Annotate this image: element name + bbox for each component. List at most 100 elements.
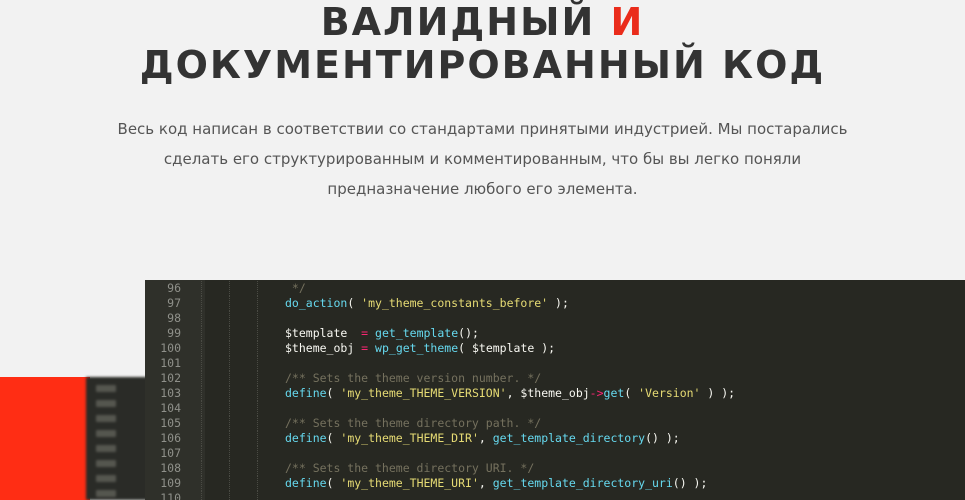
- code-text: $template = get_template();: [285, 326, 479, 341]
- indent-guide: [257, 356, 258, 371]
- indent-guide: [229, 341, 230, 356]
- line-number: 97: [167, 296, 181, 310]
- indent-guide: [257, 371, 258, 386]
- code-text: /** Sets the theme version number. */: [285, 371, 541, 386]
- line-number: 101: [160, 356, 181, 370]
- indent-guide: [229, 311, 230, 326]
- hero-section: ВАЛИДНЫЙ И ДОКУМЕНТИРОВАННЫЙ КОД Весь ко…: [0, 0, 965, 280]
- code-token: ,: [478, 476, 493, 490]
- indent-guide: [229, 371, 230, 386]
- line-number: 103: [160, 386, 181, 400]
- indent-guide: [229, 281, 230, 296]
- code-token: (: [326, 476, 341, 490]
- code-token: ) );: [700, 386, 736, 400]
- code-token: get_template_directory_uri: [492, 476, 673, 490]
- code-line: 96 */: [145, 281, 965, 296]
- code-token: (: [326, 431, 341, 445]
- line-number: 106: [160, 431, 181, 445]
- code-text: define( 'my_theme_THEME_DIR', get_templa…: [285, 431, 680, 446]
- code-token: ,: [478, 431, 493, 445]
- code-token: */: [285, 281, 306, 295]
- line-number: 108: [160, 461, 181, 475]
- code-token: 'Version': [638, 386, 701, 400]
- indent-guide: [201, 281, 202, 296]
- indent-guide: [257, 296, 258, 311]
- indent-guide: [257, 341, 258, 356]
- code-token: /** Sets the theme directory URI. */: [285, 461, 535, 475]
- heading-line-1: ВАЛИДНЫЙ И: [0, 0, 965, 44]
- code-token: define: [285, 476, 327, 490]
- code-line: 108 /** Sets the theme directory URI. */: [145, 461, 965, 476]
- code-token: 'my_theme_THEME_URI': [340, 476, 479, 490]
- indent-guide: [229, 491, 230, 500]
- line-number: 102: [160, 371, 181, 385]
- code-token: do_action: [285, 296, 348, 310]
- description-line-3: предназначение любого его элемента.: [327, 180, 638, 198]
- code-token: , $theme_obj: [506, 386, 590, 400]
- code-token: ();: [458, 326, 479, 340]
- code-text: /** Sets the theme directory URI. */: [285, 461, 534, 476]
- description-line-2: сделать его структурированным и комменти…: [163, 150, 802, 168]
- indent-guide: [201, 371, 202, 386]
- indent-guide: [201, 311, 202, 326]
- indent-guide: [257, 311, 258, 326]
- code-text: /** Sets the theme directory path. */: [285, 416, 541, 431]
- indent-guide: [229, 356, 230, 371]
- indent-guide: [257, 476, 258, 491]
- indent-guide: [257, 431, 258, 446]
- heading-accent-word: И: [610, 0, 645, 44]
- code-text: $theme_obj = wp_get_theme( $template );: [285, 341, 555, 356]
- indent-guide: [201, 341, 202, 356]
- indent-guide: [229, 461, 230, 476]
- indent-guide: [229, 296, 230, 311]
- code-token: (: [624, 386, 639, 400]
- indent-guide: [229, 401, 230, 416]
- code-line: 105 /** Sets the theme directory path. */: [145, 416, 965, 431]
- indent-guide: [229, 431, 230, 446]
- code-text: do_action( 'my_theme_constants_before' )…: [285, 296, 569, 311]
- indent-guide: [257, 386, 258, 401]
- indent-guide: [229, 416, 230, 431]
- code-token: () );: [672, 476, 708, 490]
- code-token: get: [603, 386, 625, 400]
- code-token: $theme_obj: [285, 341, 362, 355]
- code-token: () );: [645, 431, 680, 445]
- indent-guide: [201, 491, 202, 500]
- indent-guide: [229, 446, 230, 461]
- line-number: 104: [160, 401, 181, 415]
- indent-guide: [201, 461, 202, 476]
- code-token: (: [326, 386, 341, 400]
- code-line: 98: [145, 311, 965, 326]
- line-number: 110: [160, 491, 181, 500]
- line-number: 96: [167, 281, 181, 295]
- line-number: 107: [160, 446, 181, 460]
- line-number: 105: [160, 416, 181, 430]
- code-token: 'my_theme_constants_before': [361, 296, 549, 310]
- indent-guide: [257, 281, 258, 296]
- code-line: 102 /** Sets the theme version number. */: [145, 371, 965, 386]
- code-token: /** Sets the theme version number. */: [285, 371, 542, 385]
- indent-guide: [229, 326, 230, 341]
- description-line-1: Весь код написан в соответствии со станд…: [117, 120, 848, 138]
- indent-guide: [201, 356, 202, 371]
- code-line: 100 $theme_obj = wp_get_theme( $template …: [145, 341, 965, 356]
- code-line: 101: [145, 356, 965, 371]
- indent-guide: [201, 386, 202, 401]
- line-number: 99: [167, 326, 181, 340]
- code-token: ->: [589, 386, 604, 400]
- indent-guide: [229, 386, 230, 401]
- indent-guide: [257, 326, 258, 341]
- code-line: 110: [145, 491, 965, 500]
- red-accent-block: [0, 377, 90, 500]
- indent-guide: [257, 416, 258, 431]
- heading-line-2: ДОКУМЕНТИРОВАННЫЙ КОД: [139, 43, 826, 87]
- code-token: 'my_theme_THEME_DIR': [340, 431, 479, 445]
- code-text: define( 'my_theme_THEME_URI', get_templa…: [285, 476, 707, 491]
- indent-guide: [257, 446, 258, 461]
- line-number: 100: [160, 341, 181, 355]
- indent-guide: [201, 446, 202, 461]
- indent-guide: [201, 476, 202, 491]
- code-token: ( $template );: [458, 341, 556, 355]
